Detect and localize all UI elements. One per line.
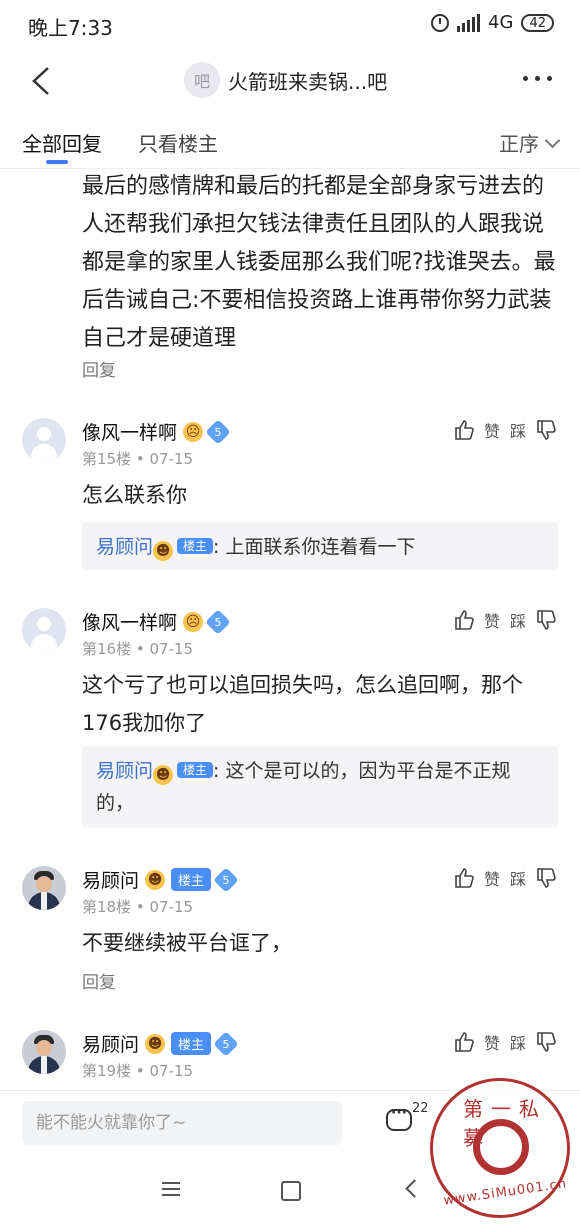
previous-post-text: 最后的感情牌和最后的托都是全部身家亏进去的人还帮我们承担欠钱法律责任且团队的人跟… (82, 174, 556, 351)
comment-meta: 第16楼 • 07-15 (82, 640, 194, 658)
op-badge: 楼主 (177, 538, 214, 554)
grin-face-icon: ☻ (153, 541, 174, 561)
comment-text: 怎么联系你 (82, 483, 187, 507)
comment-meta: 第19楼 • 07-15 (82, 1062, 194, 1080)
status-bar: 晚上7:33 4G 42 (0, 0, 580, 52)
grin-face-icon: ☻ (153, 765, 174, 785)
user-row: 易顾问 ☻ 楼主 5 (82, 866, 239, 893)
reply-filter-tabs: 全部回复 只看楼主 正序 (0, 112, 580, 169)
forum-title-group[interactable]: 吧 火箭班来卖锅...吧 (184, 62, 387, 98)
thumbs-up-icon[interactable] (454, 609, 474, 631)
comment-date: 07-15 (149, 640, 194, 658)
comment-meta: 第18楼 • 07-15 (82, 898, 194, 916)
user-row: 像风一样啊 ☹ 5 (82, 418, 231, 445)
comment-list: 最后的感情牌和最后的托都是全部身家亏进去的人还帮我们承担欠钱法律责任且团队的人跟… (0, 168, 580, 1088)
tab-op-only[interactable]: 只看楼主 (138, 128, 218, 157)
floor-number: 第16楼 (82, 640, 132, 658)
comment-meta: 第15楼 • 07-15 (82, 450, 194, 468)
username[interactable]: 像风一样啊 (82, 418, 177, 445)
dislike-label[interactable]: 踩 (510, 1030, 526, 1054)
sad-face-icon: ☹ (183, 421, 204, 442)
avatar[interactable] (22, 1030, 66, 1074)
level-badge: 5 (213, 866, 239, 893)
top-nav-bar: 吧 火箭班来卖锅...吧 (0, 52, 580, 110)
menu-icon[interactable] (162, 1182, 180, 1200)
sad-face-icon: ☹ (183, 611, 204, 632)
comment-text: 不要继续被平台诓了， (82, 931, 292, 955)
thumbs-up-icon[interactable] (454, 867, 474, 889)
like-label[interactable]: 赞 (484, 1030, 500, 1054)
reply-button[interactable]: 回复 (82, 968, 116, 993)
watermark-stamp: 第一私募 www.SiMu001.cn (430, 1078, 570, 1218)
back-arrow-icon[interactable] (28, 66, 56, 96)
like-label[interactable]: 赞 (484, 418, 500, 442)
thumbs-up-icon[interactable] (454, 419, 474, 441)
avatar[interactable] (22, 866, 66, 910)
avatar[interactable] (22, 418, 66, 462)
active-tab-indicator (46, 160, 68, 164)
level-badge: 5 (205, 608, 231, 635)
forum-avatar: 吧 (184, 62, 220, 98)
nested-reply[interactable]: 易顾问 ☻ 楼主: 这个是可以的，因为平台是不正规的， (82, 746, 558, 828)
thumbs-down-icon[interactable] (536, 609, 556, 631)
dislike-label[interactable]: 踩 (510, 608, 526, 632)
reply-input[interactable]: 能不能火就靠你了~ (22, 1101, 342, 1145)
thumbs-up-icon[interactable] (454, 1031, 474, 1053)
level-badge: 5 (205, 418, 231, 445)
dislike-label[interactable]: 踩 (510, 866, 526, 890)
reply-button[interactable]: 回复 (82, 356, 116, 381)
tab-all-replies[interactable]: 全部回复 (22, 128, 102, 157)
grin-face-icon: ☻ (145, 1033, 166, 1054)
level-badge: 5 (213, 1030, 239, 1057)
status-time: 晚上7:33 (28, 16, 113, 40)
comment-date: 07-15 (149, 898, 194, 916)
signal-icon (457, 13, 481, 32)
home-icon[interactable] (281, 1181, 301, 1201)
status-icons: 4G 42 (431, 12, 554, 33)
alarm-icon (431, 13, 450, 32)
forum-title: 火箭班来卖锅...吧 (228, 69, 388, 94)
comment-text: 这个亏了也可以追回损失吗，怎么追回啊，那个176我加你了 (82, 673, 523, 735)
network-label: 4G (488, 12, 514, 33)
comment-date: 07-15 (149, 450, 194, 468)
op-badge: 楼主 (171, 1032, 212, 1055)
comment-date: 07-15 (149, 1062, 194, 1080)
floor-number: 第18楼 (82, 898, 132, 916)
sort-dropdown[interactable]: 正序 (499, 128, 561, 157)
vote-actions: 赞踩 (454, 866, 556, 890)
chevron-down-icon (544, 132, 561, 149)
user-row: 易顾问 ☻ 楼主 5 (82, 1030, 239, 1057)
thumbs-down-icon[interactable] (536, 419, 556, 441)
op-badge: 楼主 (171, 868, 212, 891)
like-label[interactable]: 赞 (484, 866, 500, 890)
username[interactable]: 像风一样啊 (82, 608, 177, 635)
avatar[interactable] (22, 608, 66, 652)
grin-face-icon: ☻ (145, 869, 166, 890)
username[interactable]: 易顾问 (82, 1030, 139, 1057)
watermark-emblem (473, 1119, 529, 1175)
dislike-label[interactable]: 踩 (510, 418, 526, 442)
comment-count: 22 (412, 1101, 429, 1116)
reply-text: : 上面联系你连着看一下 (213, 536, 416, 558)
thumbs-down-icon[interactable] (536, 867, 556, 889)
sort-label: 正序 (499, 132, 539, 156)
user-row: 像风一样啊 ☹ 5 (82, 608, 231, 635)
back-icon[interactable] (405, 1179, 424, 1198)
comment-icon[interactable] (386, 1105, 412, 1131)
vote-actions: 赞踩 (454, 608, 556, 632)
floor-number: 第15楼 (82, 450, 132, 468)
floor-number: 第19楼 (82, 1062, 132, 1080)
battery-icon: 42 (521, 13, 554, 32)
username[interactable]: 易顾问 (82, 866, 139, 893)
vote-actions: 赞踩 (454, 1030, 556, 1054)
thumbs-down-icon[interactable] (536, 1031, 556, 1053)
op-badge: 楼主 (177, 762, 214, 778)
like-label[interactable]: 赞 (484, 608, 500, 632)
nested-reply[interactable]: 易顾问 ☻ 楼主: 上面联系你连着看一下 (82, 522, 558, 570)
reply-author[interactable]: 易顾问 (96, 760, 153, 782)
more-options-icon[interactable] (523, 76, 552, 81)
reply-author[interactable]: 易顾问 (96, 536, 153, 558)
vote-actions: 赞踩 (454, 418, 556, 442)
